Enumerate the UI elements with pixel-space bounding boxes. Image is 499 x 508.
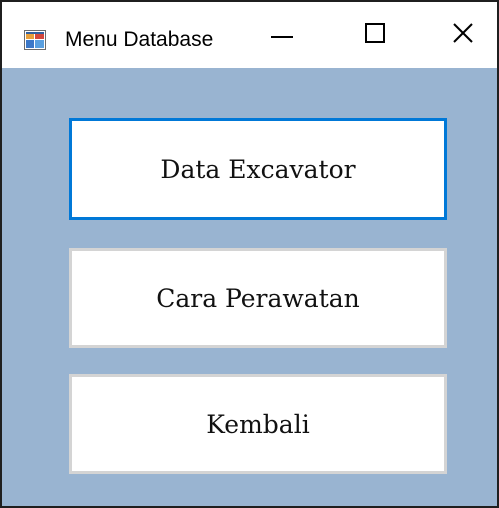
kembali-button-label: Kembali [206,409,310,439]
data-excavator-button[interactable]: Data Excavator [69,118,447,220]
close-icon [453,22,473,48]
form-client-area: Data Excavator Cara Perawatan Kembali [2,68,497,506]
cara-perawatan-button-label: Cara Perawatan [156,283,360,313]
menu-database-window: Menu Database Data Excavator Cara Perawa… [0,0,499,508]
kembali-button[interactable]: Kembali [69,374,447,474]
minimize-button[interactable] [242,2,322,68]
title-bar[interactable]: Menu Database [2,2,497,68]
data-excavator-button-label: Data Excavator [160,154,356,184]
form-app-icon [24,30,46,50]
maximize-icon [365,22,385,48]
close-button[interactable] [423,2,497,68]
window-title: Menu Database [65,28,214,51]
minimize-icon [271,26,293,44]
maximize-button[interactable] [335,2,415,68]
cara-perawatan-button[interactable]: Cara Perawatan [69,248,447,348]
